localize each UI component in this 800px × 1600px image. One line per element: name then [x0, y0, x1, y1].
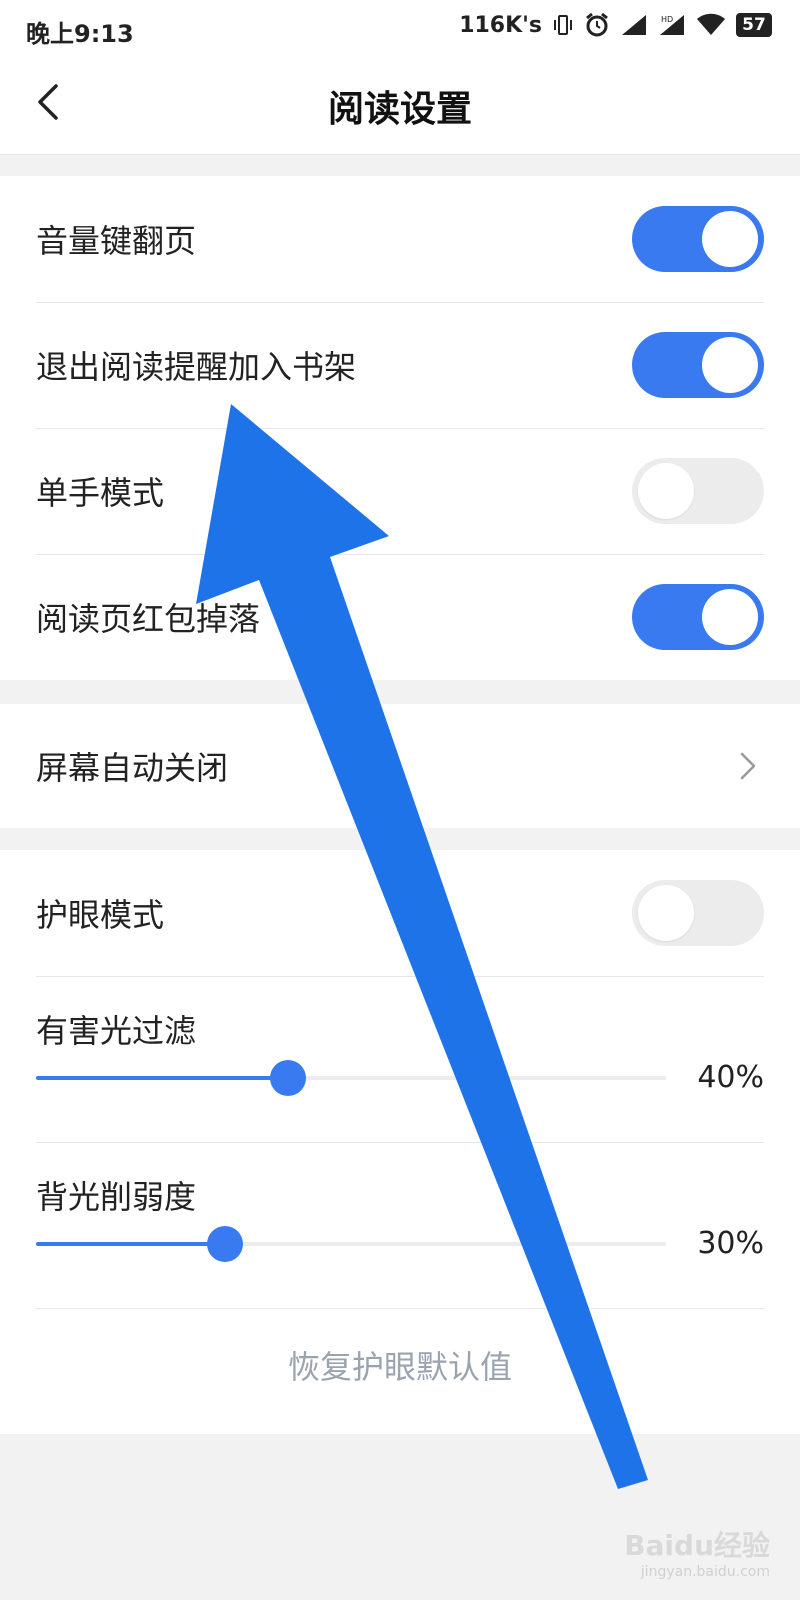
- status-bar: 晚上9:13 116K's HD 57: [0, 0, 800, 56]
- settings-group-eye-care: 护眼模式 有害光过滤 40% 背光削弱度 30% 恢复护眼默认值: [0, 850, 800, 1434]
- slider-thumb[interactable]: [207, 1226, 243, 1262]
- signal-icon: [622, 15, 646, 35]
- status-time: 晚上9:13: [26, 20, 134, 48]
- toggle-knob: [638, 463, 694, 519]
- battery-icon: 57: [736, 13, 772, 37]
- settings-group-reading: 音量键翻页 退出阅读提醒加入书架 单手模式 阅读页红包掉落: [0, 176, 800, 680]
- reset-eye-care-button[interactable]: 恢复护眼默认值: [0, 1342, 800, 1388]
- watermark-brand: Baidu经验: [624, 1529, 770, 1562]
- setting-label: 退出阅读提醒加入书架: [36, 348, 357, 386]
- setting-blue-light-filter: 有害光过滤 40%: [36, 976, 764, 1142]
- page-title: 阅读设置: [327, 89, 472, 130]
- wifi-icon: [697, 13, 725, 35]
- eye-care-toggle[interactable]: [632, 880, 764, 946]
- setting-backlight-reduce: 背光削弱度 30%: [36, 1142, 764, 1308]
- slider-label: 有害光过滤: [36, 1012, 197, 1050]
- red-packet-toggle[interactable]: [632, 584, 764, 650]
- setting-label: 阅读页红包掉落: [36, 600, 261, 638]
- slider-fill: [36, 1242, 225, 1246]
- slider-value: 30%: [697, 1226, 764, 1261]
- toggle-knob: [702, 211, 758, 267]
- alarm-icon: [586, 12, 608, 37]
- vibrate-icon: [554, 15, 572, 35]
- chevron-right-icon: [740, 752, 756, 780]
- slider-track[interactable]: [36, 1226, 666, 1262]
- status-icons: 116K's HD 57: [459, 12, 772, 38]
- exit-reminder-toggle[interactable]: [632, 332, 764, 398]
- toggle-knob: [702, 589, 758, 645]
- slider-label: 背光削弱度: [36, 1178, 197, 1216]
- setting-label: 单手模式: [36, 474, 165, 512]
- slider-thumb[interactable]: [270, 1060, 306, 1096]
- slider-value: 40%: [697, 1060, 764, 1095]
- slider-track[interactable]: [36, 1060, 666, 1096]
- svg-text:HD: HD: [661, 15, 673, 24]
- setting-label: 屏幕自动关闭: [36, 749, 229, 787]
- watermark-url: jingyan.baidu.com: [640, 1564, 770, 1580]
- setting-red-packet-drop: 阅读页红包掉落: [36, 554, 764, 680]
- setting-label: 护眼模式: [36, 896, 165, 934]
- setting-label: 音量键翻页: [36, 222, 197, 260]
- volume-key-toggle[interactable]: [632, 206, 764, 272]
- slider-fill: [36, 1076, 288, 1080]
- network-speed: 116K's: [459, 12, 542, 38]
- divider: [36, 1308, 764, 1309]
- setting-exit-reminder: 退出阅读提醒加入书架: [36, 302, 764, 428]
- setting-screen-auto-off[interactable]: 屏幕自动关闭: [36, 704, 764, 828]
- one-hand-mode-toggle[interactable]: [632, 458, 764, 524]
- baidu-watermark: Baidu经验 jingyan.baidu.com: [624, 1524, 770, 1580]
- setting-eye-care-mode: 护眼模式: [36, 850, 764, 976]
- toggle-knob: [702, 337, 758, 393]
- settings-group-screen: 屏幕自动关闭: [0, 704, 800, 828]
- setting-volume-key-turn-page: 音量键翻页: [36, 176, 764, 302]
- setting-one-hand-mode: 单手模式: [36, 428, 764, 554]
- app-header: 阅读设置: [0, 56, 800, 155]
- toggle-knob: [638, 885, 694, 941]
- hd-signal-icon: HD: [660, 15, 684, 35]
